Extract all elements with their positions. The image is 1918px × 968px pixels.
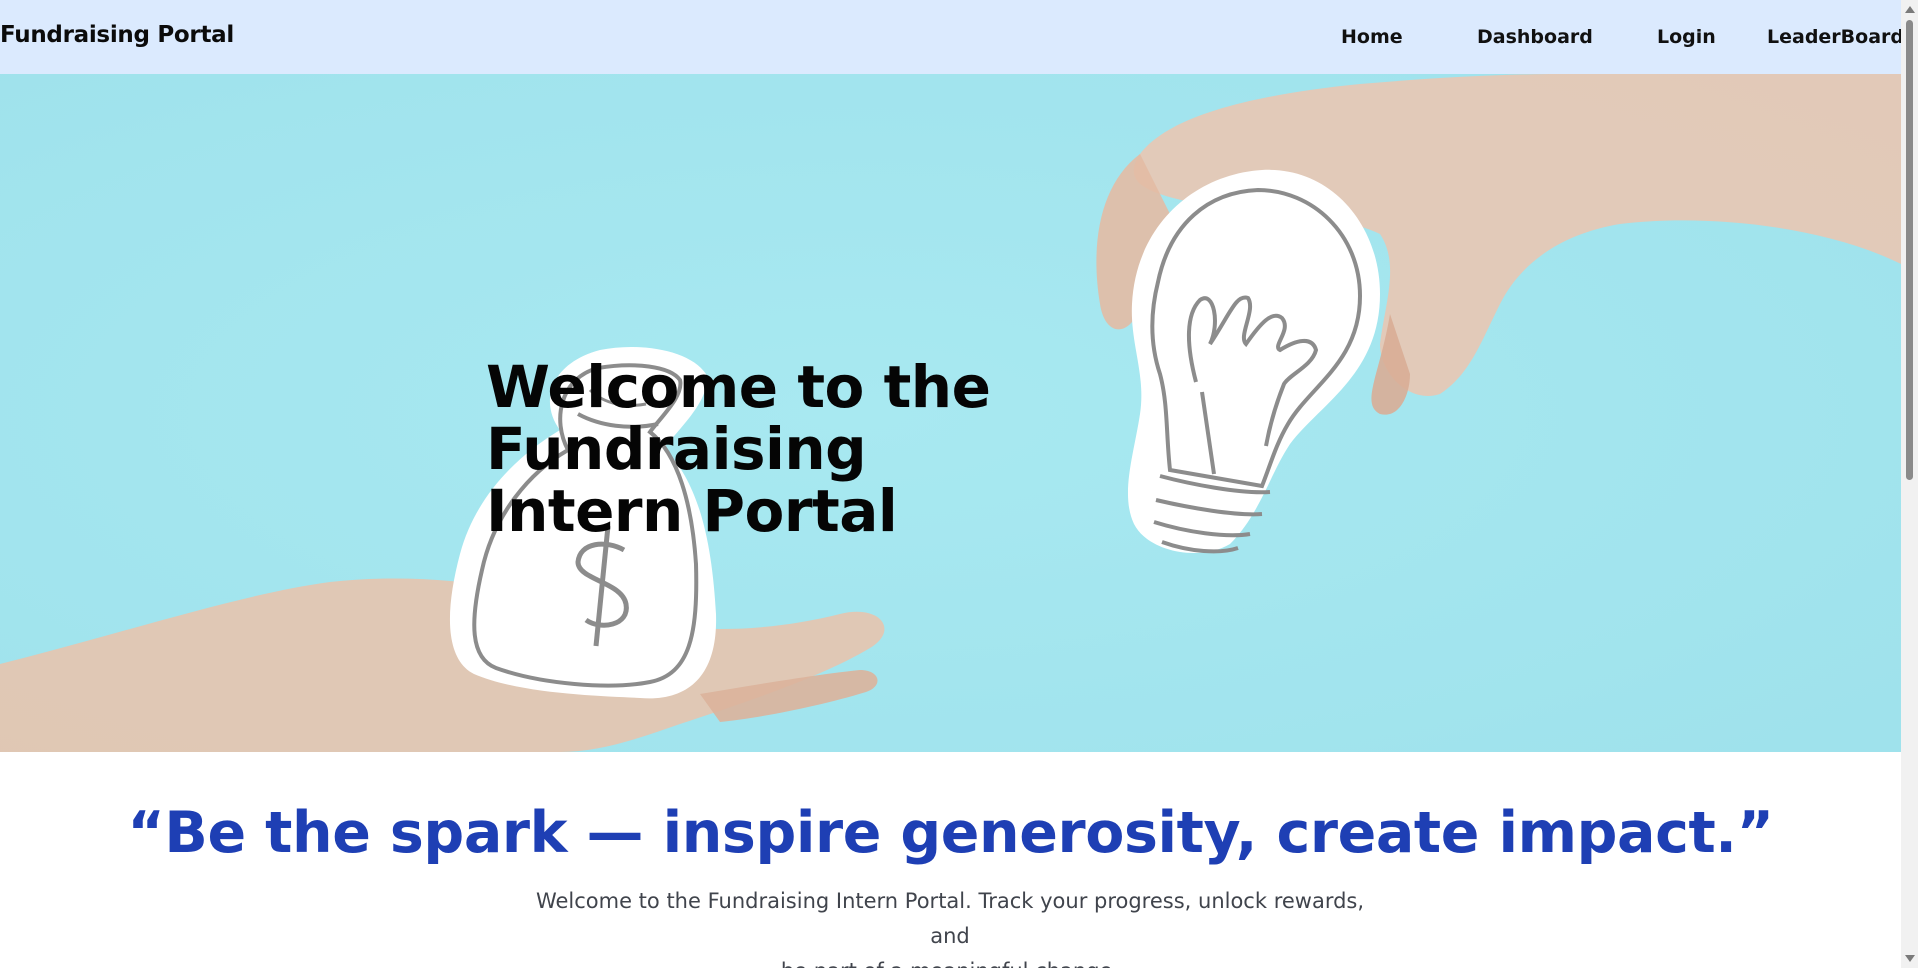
intro-text-line1: Welcome to the Fundraising Intern Portal… bbox=[535, 889, 1365, 948]
scroll-down-arrow-icon[interactable] bbox=[1905, 955, 1915, 962]
nav-login-link[interactable]: Login bbox=[1657, 26, 1716, 48]
brand-logo-text[interactable]: Fundraising Portal bbox=[0, 22, 234, 48]
top-navbar: Fundraising Portal Home Dashboard Login … bbox=[0, 0, 1901, 74]
page: Fundraising Portal Home Dashboard Login … bbox=[0, 0, 1901, 968]
hero-title-line2: Intern Portal bbox=[486, 477, 898, 545]
nav-dashboard-link[interactable]: Dashboard bbox=[1477, 26, 1593, 48]
motivational-quote: “Be the spark — inspire generosity, crea… bbox=[127, 800, 1774, 866]
intro-text-line2: be part of a meaningful change. bbox=[781, 959, 1119, 968]
vertical-scrollbar[interactable] bbox=[1901, 0, 1918, 968]
nav-leaderboard-link[interactable]: LeaderBoard bbox=[1767, 26, 1901, 48]
nav-links: Home Dashboard Login LeaderBoard bbox=[1341, 26, 1901, 50]
scroll-up-arrow-icon[interactable] bbox=[1905, 6, 1915, 13]
nav-home-link[interactable]: Home bbox=[1341, 26, 1403, 48]
scrollbar-thumb[interactable] bbox=[1906, 20, 1913, 480]
intro-text: Welcome to the Fundraising Intern Portal… bbox=[530, 884, 1370, 968]
hero-banner: Welcome to the Fundraising Intern Portal bbox=[0, 74, 1901, 752]
hero-title: Welcome to the Fundraising Intern Portal bbox=[486, 356, 1306, 542]
hero-title-line1: Welcome to the Fundraising bbox=[486, 353, 991, 483]
